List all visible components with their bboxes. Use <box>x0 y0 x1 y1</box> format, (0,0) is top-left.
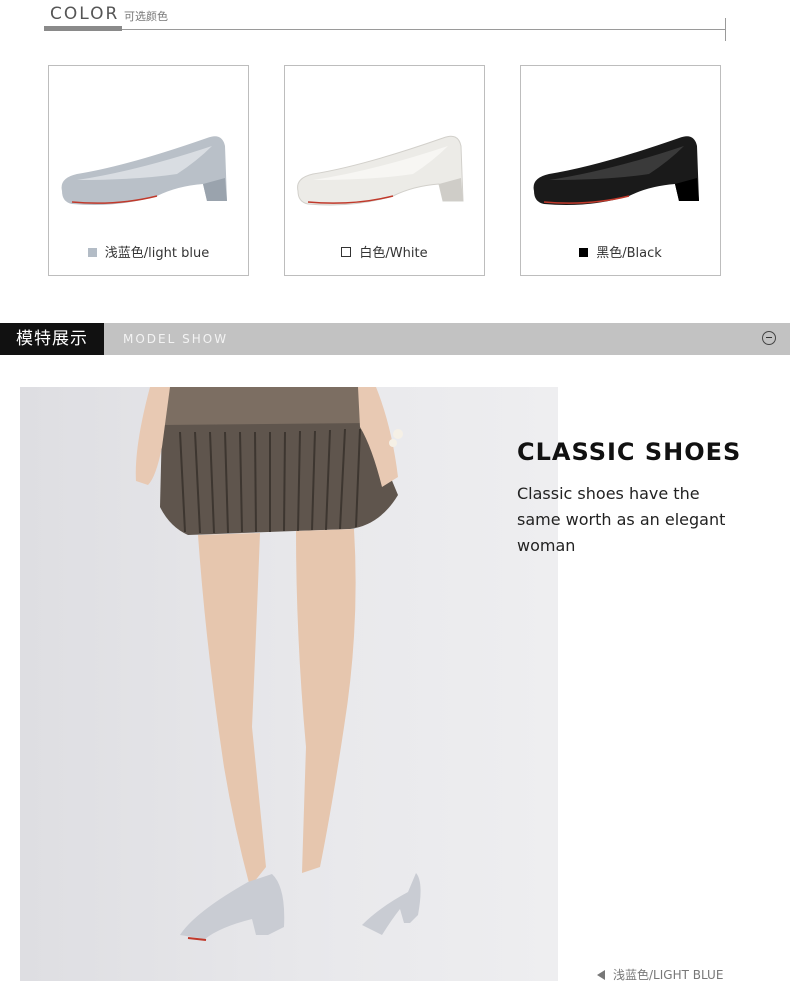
section-divider-accent <box>44 26 122 31</box>
color-section-subtitle: 可选颜色 <box>124 10 168 23</box>
color-option-light-blue[interactable]: 浅蓝色/light blue <box>48 65 249 276</box>
light-blue-swatch-icon <box>87 248 97 257</box>
color-option-white[interactable]: 白色/White <box>284 65 485 276</box>
white-shoe-image <box>297 135 464 206</box>
model-show-title-cn: 模特展示 <box>0 323 104 355</box>
model-show-bar <box>0 323 790 355</box>
photo-caption-text: 浅蓝色/LIGHT BLUE <box>613 968 724 982</box>
section-divider-end <box>725 18 726 41</box>
white-swatch-icon <box>341 247 352 257</box>
caret-left-icon <box>597 970 605 980</box>
black-swatch-icon <box>579 248 589 257</box>
model-illustration <box>135 387 421 941</box>
color-option-black[interactable]: 黑色/Black <box>520 65 721 276</box>
section-divider <box>44 29 726 30</box>
black-label: 黑色/Black <box>596 246 662 261</box>
collapse-icon[interactable] <box>762 331 776 345</box>
white-label: 白色/White <box>359 246 428 261</box>
headline: CLASSIC SHOES <box>517 438 742 466</box>
color-section-title: COLOR <box>50 4 120 24</box>
photo-caption: 浅蓝色/LIGHT BLUE <box>597 966 723 983</box>
model-show-title-en: MODEL SHOW <box>123 332 229 346</box>
tagline: Classic shoes have the same worth as an … <box>517 484 726 555</box>
model-photo <box>20 387 558 981</box>
light-blue-shoe-image <box>61 136 228 205</box>
black-shoe-image <box>533 136 699 205</box>
light-blue-label: 浅蓝色/light blue <box>104 246 210 261</box>
